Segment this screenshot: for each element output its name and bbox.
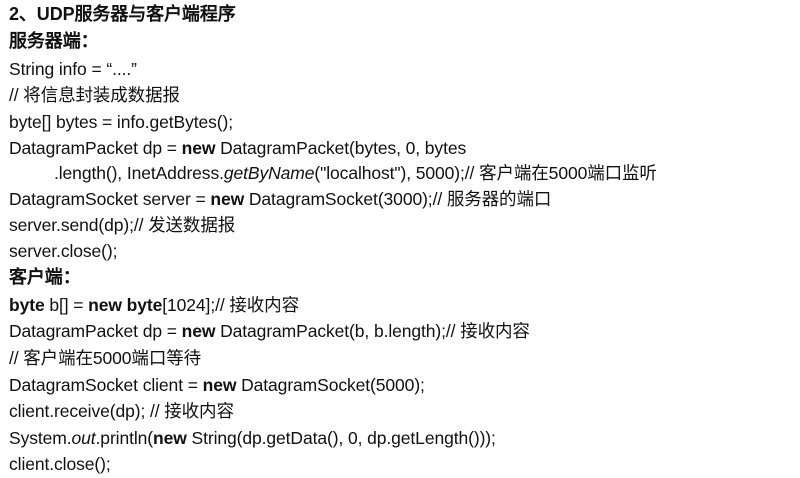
server-code-line-5: .length(), InetAddress.getByName("localh… [54, 160, 657, 186]
server-code-line-8: server.close(); [9, 241, 118, 261]
code-keyword: new byte [88, 295, 163, 315]
code-keyword: new [153, 428, 187, 448]
code-keyword: new [210, 189, 245, 209]
code-keyword: byte [9, 295, 45, 315]
code-keyword: new [202, 375, 237, 395]
code-text: [1024];// 接收内容 [162, 295, 299, 315]
code-text: DatagramSocket server = [9, 189, 211, 209]
server-heading: 服务器端： [9, 31, 99, 51]
code-text: System. [9, 428, 72, 448]
code-text: DatagramPacket(b, b.length);// 接收内容 [215, 321, 530, 341]
client-code-line-3: // 客户端在5000端口等待 [9, 348, 202, 368]
client-code-line-4: DatagramSocket client = new DatagramSock… [9, 372, 425, 398]
server-code-line-6: DatagramSocket server = new DatagramSock… [9, 186, 551, 212]
code-text: b[] = [44, 295, 89, 315]
code-text: DatagramPacket(bytes, 0, bytes [215, 138, 467, 158]
code-text: DatagramPacket dp = [9, 321, 182, 341]
client-code-line-6: System.out.println(new String(dp.getData… [9, 425, 496, 451]
server-code-line-4: DatagramPacket dp = new DatagramPacket(b… [9, 135, 466, 161]
client-code-line-7: client.close(); [9, 454, 111, 474]
code-italic: out [71, 428, 96, 448]
code-text: ("localhost"), 5000);// 客户端在5000端口监听 [314, 163, 657, 183]
client-code-line-1: byte b[] = new byte[1024];// 接收内容 [9, 292, 299, 318]
code-text: DatagramSocket(5000); [236, 375, 425, 395]
server-code-line-2: // 将信息封装成数据报 [9, 85, 180, 105]
page-title: 2、UDP服务器与客户端程序 [9, 4, 236, 24]
client-code-line-5: client.receive(dp); // 接收内容 [9, 401, 234, 421]
code-keyword: new [181, 321, 216, 341]
client-heading: 客户端： [9, 267, 81, 287]
code-text: DatagramSocket client = [9, 375, 203, 395]
document-page: 2、UDP服务器与客户端程序 服务器端： String info = “....… [0, 0, 800, 478]
server-code-line-3: byte[] bytes = info.getBytes(); [9, 112, 234, 132]
server-code-line-1: String info = “....” [9, 59, 137, 79]
code-text: .length(), InetAddress. [54, 163, 224, 183]
code-text: String(dp.getData(), 0, dp.getLength()))… [186, 428, 496, 448]
code-text: DatagramPacket dp = [9, 138, 182, 158]
server-code-line-7: server.send(dp);// 发送数据报 [9, 215, 236, 235]
code-keyword: new [181, 138, 216, 158]
client-code-line-2: DatagramPacket dp = new DatagramPacket(b… [9, 318, 530, 344]
code-text: .println( [95, 428, 154, 448]
code-text: DatagramSocket(3000);// 服务器的端口 [244, 189, 552, 209]
code-italic: getByName [223, 163, 315, 183]
